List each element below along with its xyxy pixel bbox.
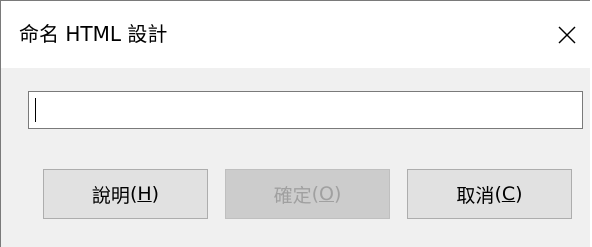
cancel-button-paren-close: )	[515, 183, 523, 205]
help-button-paren-open: (	[129, 183, 138, 205]
ok-button[interactable]: 確定(O)	[225, 169, 390, 219]
ok-button-label: 確定	[273, 184, 312, 207]
dialog-title: 命名 HTML 設計	[19, 22, 168, 46]
close-icon	[558, 26, 576, 44]
cancel-button[interactable]: 取消(C)	[407, 169, 572, 219]
help-button-paren-close: )	[151, 183, 160, 205]
ok-button-mnemonic: O	[319, 183, 334, 205]
dialog-titlebar: 命名 HTML 設計	[1, 1, 590, 68]
cancel-button-label: 取消	[456, 184, 495, 207]
help-button[interactable]: 說明(H)	[43, 169, 208, 219]
text-caret	[35, 98, 36, 122]
cancel-button-mnemonic: C	[501, 183, 516, 205]
name-html-design-dialog: 命名 HTML 設計 說明(H) 確定(O) 取消(C)	[0, 0, 590, 247]
help-button-label: 說明	[91, 184, 130, 207]
design-name-input[interactable]	[28, 91, 583, 129]
ok-button-paren-open: (	[311, 183, 320, 205]
close-button[interactable]	[544, 1, 590, 68]
cancel-button-paren-open: (	[494, 183, 502, 205]
help-button-mnemonic: H	[137, 183, 152, 205]
ok-button-paren-close: )	[333, 183, 342, 205]
